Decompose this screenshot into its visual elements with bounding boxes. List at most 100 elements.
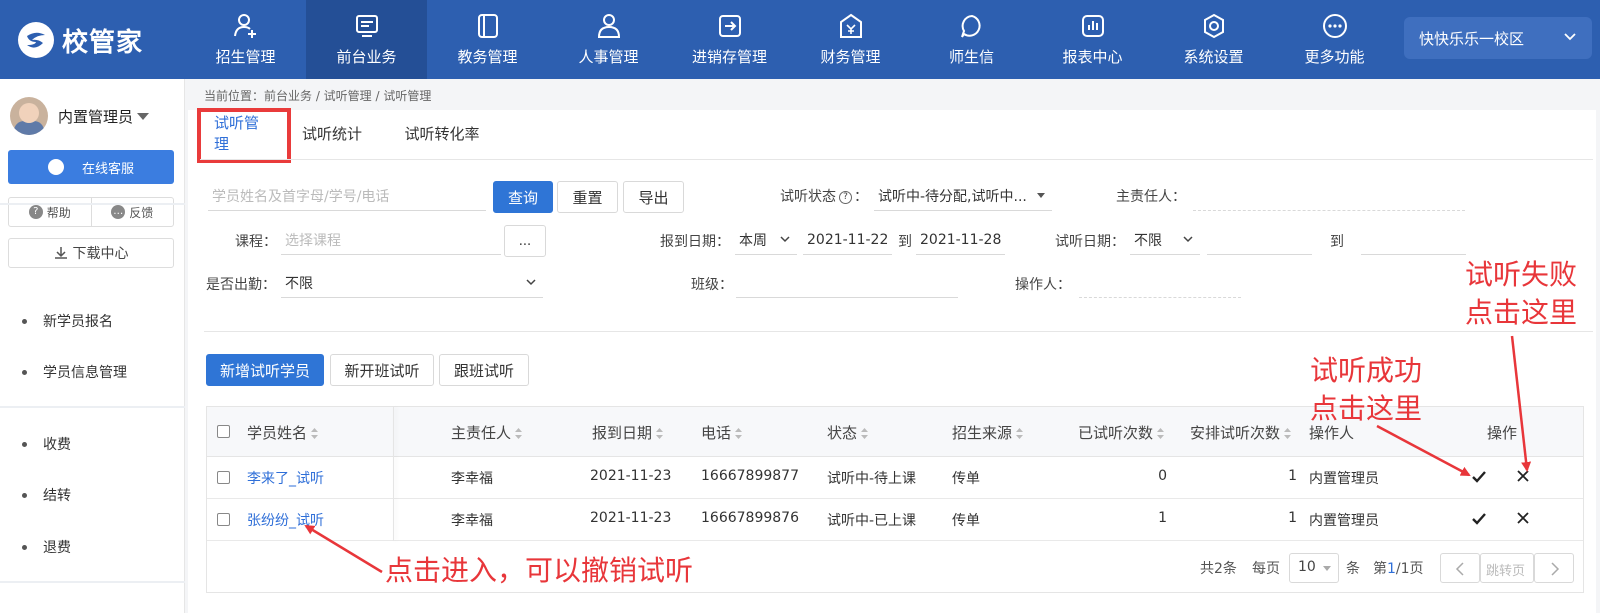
app-logo[interactable]: 校管家 [18, 20, 143, 60]
search-input[interactable]: 学员姓名及首字母/学号/电话 [208, 181, 486, 211]
header-phone[interactable]: 电话 [701, 422, 743, 443]
main-nav: 招生管理 前台业务 教务管理 人事管理 进销存管理 财务管理 师生信 报表中心 [185, 0, 1395, 79]
sidebar-item-new-enroll[interactable]: 新学员报名 [22, 311, 113, 331]
operator-label: 操作人： [1015, 277, 1071, 293]
header-report-date[interactable]: 报到日期 [592, 422, 664, 443]
select-all-checkbox[interactable] [217, 425, 230, 438]
header-student-name[interactable]: 学员姓名 [247, 422, 319, 443]
course-picker-button[interactable]: ... [504, 225, 546, 257]
chevron-down-icon [780, 236, 790, 243]
avatar [10, 97, 48, 135]
frozen-column-edge [393, 407, 394, 541]
owner-cell: 李幸福 [451, 513, 493, 529]
attendance-label: 是否出勤： [206, 277, 276, 293]
caret-down-icon [1323, 566, 1331, 571]
nav-item-frontdesk[interactable]: 前台业务 [306, 0, 427, 79]
campus-selector[interactable]: 快快乐乐一校区 [1404, 17, 1592, 59]
sort-icon [311, 428, 319, 439]
online-service-button[interactable]: 在线客服 [8, 150, 174, 184]
chevron-left-icon [1455, 562, 1464, 576]
sidebar-item-label: 收费 [43, 437, 71, 453]
header-scheduled-count[interactable]: 安排试听次数 [1190, 422, 1292, 443]
annotation-success-line2: 点击这里 [1310, 392, 1423, 425]
nav-label: 人事管理 [578, 48, 639, 66]
jump-page-input[interactable]: 跳转页 [1480, 553, 1534, 583]
campus-label: 快快乐乐一校区 [1419, 29, 1525, 48]
class-label: 班级： [691, 277, 733, 293]
report-range-select[interactable]: 本周 [735, 225, 797, 255]
report-range-value: 本周 [739, 232, 767, 249]
help-label: 帮助 [46, 205, 71, 220]
nav-item-messages[interactable]: 师生信 [911, 0, 1032, 79]
check-icon[interactable] [1471, 470, 1487, 484]
status-select[interactable]: 试听中-待分配,试听中... [874, 181, 1052, 211]
sidebar-item-carryover[interactable]: 结转 [22, 485, 71, 505]
sort-icon [1016, 428, 1024, 439]
pager-total: 共2条 [1200, 561, 1237, 577]
sidebar: 内置管理员 在线客服 ? 帮助 … 反馈 下载中心 新学员报名 学员信息管理 收费 … [0, 79, 185, 613]
prev-page-button[interactable] [1440, 553, 1480, 583]
chat-icon [960, 14, 981, 38]
trial-date-from[interactable] [1207, 225, 1312, 255]
report-date-from[interactable]: 2021-11-22 [803, 225, 892, 255]
export-button[interactable]: 导出 [623, 181, 684, 213]
annotation-fail-line2: 点击这里 [1465, 296, 1578, 329]
add-trial-student-button[interactable]: 新增试听学员 [206, 354, 324, 386]
follow-class-trial-button[interactable]: 跟班试听 [439, 354, 529, 386]
nav-item-academic[interactable]: 教务管理 [427, 0, 548, 79]
operator-input[interactable] [1079, 268, 1241, 298]
sidebar-item-charge[interactable]: 收费 [22, 434, 71, 454]
reset-button[interactable]: 重置 [557, 181, 618, 213]
close-icon[interactable] [1516, 511, 1530, 525]
nav-item-settings[interactable]: 系统设置 [1153, 0, 1274, 79]
download-center-button[interactable]: 下载中心 [8, 238, 174, 268]
report-date-to[interactable]: 2021-11-28 [916, 225, 1005, 255]
status-label-text: 试听状态 [780, 189, 836, 205]
nav-item-inventory[interactable]: 进销存管理 [669, 0, 790, 79]
header-label: 学员姓名 [247, 424, 308, 442]
nav-label: 报表中心 [1062, 48, 1123, 66]
header-status[interactable]: 状态 [827, 422, 869, 443]
query-button[interactable]: 查询 [493, 181, 553, 213]
nav-item-finance[interactable]: 财务管理 [790, 0, 911, 79]
close-icon[interactable] [1516, 469, 1530, 483]
header-owner[interactable]: 主责任人 [451, 422, 523, 443]
student-name-link[interactable]: 李来了_试听 [247, 468, 324, 488]
bullet-icon [22, 492, 27, 498]
row-checkbox[interactable] [217, 471, 230, 484]
class-input[interactable] [736, 268, 958, 298]
page-size-select[interactable]: 10 [1289, 553, 1339, 583]
sidebar-item-student-info[interactable]: 学员信息管理 [22, 362, 127, 382]
attendance-select[interactable]: 不限 [281, 268, 543, 298]
more-icon [1322, 14, 1347, 38]
pager-unit: 条 [1346, 561, 1360, 577]
tab-trial-stats[interactable]: 试听统计 [282, 109, 382, 157]
header-tried-count[interactable]: 已试听次数 [1078, 422, 1165, 443]
course-input[interactable]: 选择课程 [281, 225, 501, 255]
book-icon [477, 14, 498, 38]
nav-item-hr[interactable]: 人事管理 [548, 0, 669, 79]
pager-page-info: 第1/1页 [1373, 558, 1424, 578]
sidebar-item-refund[interactable]: 退费 [22, 537, 71, 557]
row-checkbox[interactable] [217, 513, 230, 526]
check-icon[interactable] [1471, 512, 1487, 526]
student-name-link[interactable]: 张纷纷_试听 [247, 510, 324, 530]
trial-range-select[interactable]: 不限 [1130, 225, 1200, 255]
user-menu[interactable]: 内置管理员 [10, 97, 150, 135]
course-filter-label: 课程： [235, 234, 277, 250]
header-label: 招生来源 [952, 424, 1013, 442]
trial-date-to[interactable] [1361, 225, 1466, 255]
next-page-button[interactable] [1534, 553, 1574, 583]
annotation-cancel: 点击进入，可以撤销试听 [385, 554, 694, 587]
owner-input[interactable] [1193, 181, 1465, 211]
nav-item-reports[interactable]: 报表中心 [1032, 0, 1153, 79]
tried-count-cell: 0 [1158, 468, 1167, 484]
new-class-trial-button[interactable]: 新开班试听 [330, 354, 434, 386]
header-source[interactable]: 招生来源 [952, 422, 1024, 443]
settings-icon [1203, 13, 1224, 39]
tried-count-cell: 1 [1158, 510, 1167, 526]
nav-item-recruit[interactable]: 招生管理 [185, 0, 306, 79]
tab-trial-conversion[interactable]: 试听转化率 [382, 109, 502, 157]
sidebar-divider [0, 203, 185, 205]
nav-item-more[interactable]: 更多功能 [1274, 0, 1395, 79]
